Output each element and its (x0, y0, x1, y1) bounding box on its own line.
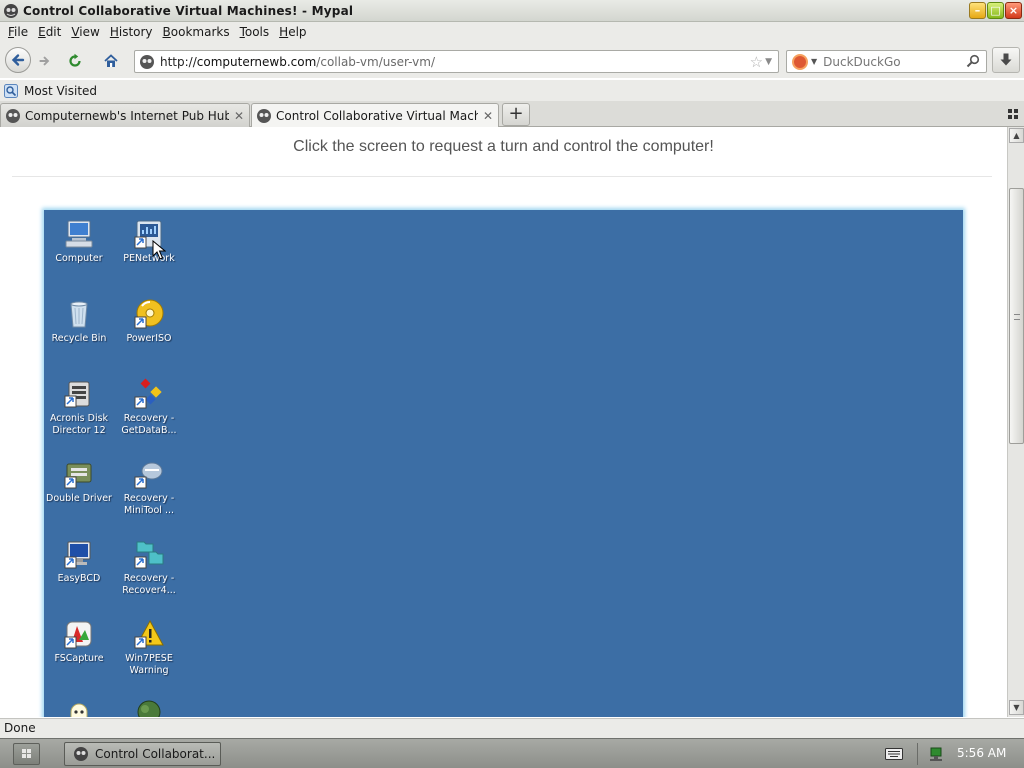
taskbar: Control Collaborat... 5:56 AM (0, 738, 1024, 768)
scroll-grip (1014, 314, 1020, 320)
tray-separator (917, 743, 918, 765)
menu-help[interactable]: Help (274, 25, 311, 39)
vm-screen[interactable]: Computer Recycle Bin Acronis Disk Direct… (44, 210, 963, 717)
scroll-thumb[interactable] (1009, 188, 1024, 444)
page-content: Click the screen to request a turn and c… (0, 127, 1007, 717)
search-input[interactable] (823, 54, 954, 69)
home-icon (104, 54, 118, 67)
disc-icon (134, 299, 164, 329)
menu-history[interactable]: History (105, 25, 158, 39)
plus-icon: + (508, 103, 524, 124)
desktop-icon-recovery-recover4[interactable]: Recovery - Recover4... (114, 538, 184, 596)
downloads-button[interactable] (992, 47, 1020, 73)
tab-collab-vm[interactable]: Control Collaborative Virtual Mach... ✕ (251, 103, 499, 128)
desktop-icon-recycle-bin[interactable]: Recycle Bin (44, 298, 114, 345)
new-tab-button[interactable]: + (502, 103, 530, 126)
menu-edit[interactable]: Edit (33, 25, 66, 39)
desktop-icon-recovery-minitool[interactable]: Recovery - MiniTool ... (114, 458, 184, 516)
tab-internet-pub-hub[interactable]: Computernewb's Internet Pub Hub ✕ (0, 103, 250, 127)
capture-icon (64, 621, 92, 649)
desktop-icon-recovery-getdata[interactable]: Recovery - GetDataB... (114, 378, 184, 436)
close-window-button[interactable]: × (1005, 2, 1022, 19)
minitool-icon (134, 462, 163, 489)
tree-app-icon (137, 700, 161, 717)
bookmark-star-icon[interactable]: ☆ (750, 53, 763, 71)
download-arrow-icon (1000, 53, 1012, 66)
driver-icon (64, 463, 92, 489)
desktop-icon-acronis[interactable]: Acronis Disk Director 12 (44, 378, 114, 436)
desktop-icon-fscapture[interactable]: FSCapture (44, 618, 114, 665)
tab-close-icon[interactable]: ✕ (233, 109, 245, 123)
bookmarks-toolbar: Most Visited (0, 80, 1024, 101)
monitor-icon (64, 541, 91, 569)
scroll-up-button[interactable]: ▲ (1009, 128, 1024, 143)
network-status-icon[interactable] (928, 746, 944, 762)
window-title: Control Collaborative Virtual Machines! … (23, 3, 354, 18)
maximize-button[interactable]: □ (987, 2, 1004, 19)
maximize-icon: □ (990, 4, 1001, 17)
back-button[interactable] (5, 47, 31, 73)
reload-icon (69, 53, 81, 67)
desktop-icon-partial-2[interactable] (114, 698, 184, 717)
desktop-icon-computer[interactable]: Computer (44, 218, 114, 265)
home-button[interactable] (100, 50, 122, 72)
keyboard-icon[interactable] (885, 748, 903, 760)
url-bar[interactable]: http://computernewb.com/collab-vm/user-v… (134, 50, 779, 73)
site-identity-icon (140, 54, 154, 69)
mypal-taskbar-icon (74, 747, 88, 761)
duckduckgo-icon[interactable] (792, 53, 808, 70)
recycle-bin-icon (70, 301, 88, 328)
ghost-app-icon (70, 703, 88, 717)
page-instruction: Click the screen to request a turn and c… (293, 138, 714, 155)
menu-view[interactable]: View (66, 25, 104, 39)
desktop-icon-partial-1[interactable] (44, 698, 114, 717)
site-favicon-icon (257, 109, 271, 123)
url-text[interactable]: http://computernewb.com/collab-vm/user-v… (160, 55, 750, 69)
desktop-icon-double-driver[interactable]: Double Driver (44, 458, 114, 505)
reload-button[interactable] (64, 50, 86, 72)
forward-button[interactable] (33, 50, 55, 72)
status-text: Done (4, 721, 36, 735)
recovery-icon (134, 378, 162, 409)
search-icon[interactable] (966, 54, 980, 68)
back-arrow-icon (11, 54, 25, 66)
most-visited-icon (4, 83, 18, 98)
taskbar-window-button[interactable]: Control Collaborat... (64, 742, 221, 766)
menu-file[interactable]: File (3, 25, 33, 39)
disk-tool-icon (64, 381, 90, 408)
desktop-icon-poweriso[interactable]: PowerISO (114, 298, 184, 345)
menu-tools[interactable]: Tools (235, 25, 275, 39)
desktop-icon-easybcd[interactable]: EasyBCD (44, 538, 114, 585)
forward-arrow-icon (39, 56, 50, 66)
divider (12, 176, 992, 177)
search-engine-dropdown-icon[interactable]: ▼ (811, 57, 817, 66)
close-icon: × (1008, 4, 1019, 17)
vertical-scrollbar[interactable]: ▲ ▼ (1007, 127, 1024, 717)
minimize-icon: – (974, 4, 981, 17)
warning-icon (134, 619, 164, 649)
title-bar: Control Collaborative Virtual Machines! … (0, 0, 1024, 22)
search-bar[interactable]: ▼ (786, 50, 987, 73)
start-grid-icon (22, 749, 31, 758)
scroll-down-button[interactable]: ▼ (1009, 700, 1024, 715)
folder-icon (134, 541, 164, 569)
menu-bar: File Edit View History Bookmarks Tools H… (0, 22, 1024, 42)
tab-groups-icon[interactable] (1008, 109, 1018, 119)
site-favicon-icon (6, 108, 20, 123)
tab-bar: Computernewb's Internet Pub Hub ✕ Contro… (0, 101, 1024, 128)
most-visited-link[interactable]: Most Visited (24, 84, 97, 98)
desktop-icon-win7pese-warning[interactable]: Win7PESE Warning (114, 618, 184, 676)
status-bar: Done (0, 718, 1024, 738)
minimize-button[interactable]: – (969, 2, 986, 19)
menu-bookmarks[interactable]: Bookmarks (158, 25, 235, 39)
tab-close-icon[interactable]: ✕ (482, 109, 494, 123)
mypal-logo-icon (4, 3, 18, 18)
mouse-cursor-icon (152, 240, 166, 260)
clock[interactable]: 5:56 AM (957, 746, 1006, 760)
computer-icon (65, 220, 93, 248)
url-dropdown-icon[interactable]: ▼ (765, 57, 772, 67)
navigation-toolbar: http://computernewb.com/collab-vm/user-v… (0, 42, 1024, 78)
desktop-icon-penetwork[interactable]: PENetwork (114, 218, 184, 265)
start-menu-button[interactable] (13, 743, 40, 765)
